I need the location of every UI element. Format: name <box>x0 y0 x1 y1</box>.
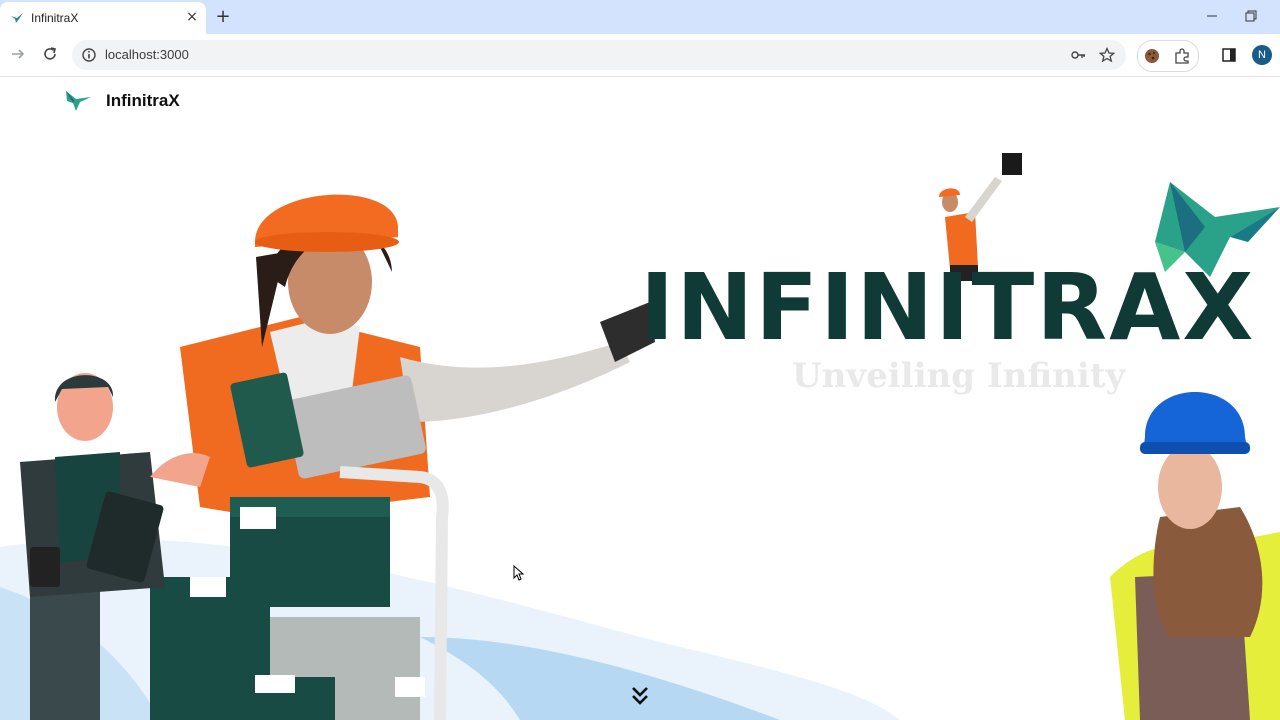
hummingbird-favicon-icon <box>11 13 23 23</box>
double-chevron-down-icon[interactable] <box>630 685 650 707</box>
browser-toolbar: localhost:3000 N <box>0 34 1280 77</box>
reload-icon[interactable] <box>41 45 59 63</box>
woman-blue-helmet-figure <box>1110 392 1280 720</box>
bookmark-star-icon[interactable] <box>1099 47 1115 63</box>
tab-title: InfinitraX <box>31 11 79 25</box>
url-text[interactable]: localhost:3000 <box>105 47 189 62</box>
hummingbird-logo-icon[interactable] <box>64 87 92 113</box>
password-key-icon[interactable] <box>1070 47 1086 63</box>
hero-subtitle: Unveiling Infinity <box>792 356 1126 396</box>
puzzle-extensions-icon[interactable] <box>1173 47 1191 65</box>
hero-illustration <box>0 153 1280 720</box>
extensions-group <box>1137 40 1199 72</box>
new-tab-button[interactable]: + <box>214 8 232 26</box>
mouse-cursor-icon <box>513 565 525 581</box>
forward-arrow-icon[interactable] <box>9 45 27 63</box>
side-panel-icon[interactable] <box>1221 47 1237 63</box>
site-name[interactable]: InfinitraX <box>106 91 180 111</box>
restore-icon[interactable] <box>1243 8 1259 24</box>
profile-avatar[interactable]: N <box>1252 45 1272 65</box>
browser-tab-strip: InfinitraX × + <box>0 0 1280 34</box>
site-info-icon[interactable] <box>81 47 97 63</box>
address-bar[interactable]: localhost:3000 <box>72 40 1126 70</box>
tab-close-icon[interactable]: × <box>184 9 200 25</box>
hero-title: INFINITRAX <box>640 254 1256 361</box>
browser-tab[interactable]: InfinitraX × <box>0 2 206 34</box>
web-page: InfinitraX INFINITRAX Unveiling Infinity <box>0 77 1280 720</box>
cookie-extension-icon[interactable] <box>1143 47 1161 65</box>
warehouse-worker-woman-figure <box>180 194 655 517</box>
minimize-icon[interactable] <box>1204 8 1220 24</box>
